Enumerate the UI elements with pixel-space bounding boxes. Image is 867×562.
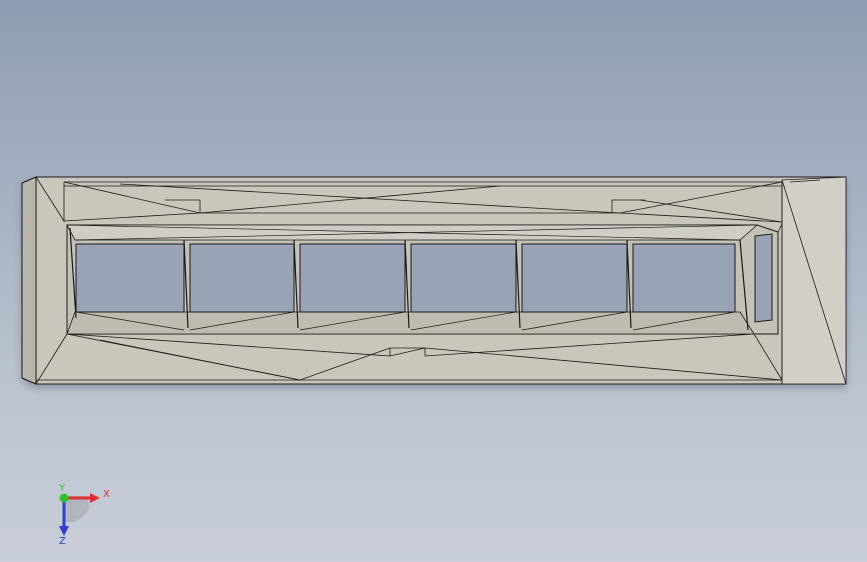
cad-viewport[interactable] (0, 0, 867, 562)
coordinate-triad[interactable]: X Y Z (44, 482, 124, 548)
model-openings (75, 233, 773, 323)
y-axis-icon (59, 493, 69, 503)
opening (521, 243, 628, 313)
y-axis-label: Y (58, 483, 66, 494)
opening (189, 243, 295, 313)
3d-model[interactable] (21, 176, 847, 385)
opening (632, 243, 736, 313)
model-inner-bottom-bevel (66, 311, 755, 335)
model-left-bevel (21, 176, 37, 385)
opening (299, 243, 406, 313)
opening (410, 243, 517, 313)
z-axis-label: Z (59, 536, 66, 547)
x-axis-label: X (103, 489, 110, 500)
opening-side-slot (754, 233, 773, 323)
opening (75, 243, 185, 313)
